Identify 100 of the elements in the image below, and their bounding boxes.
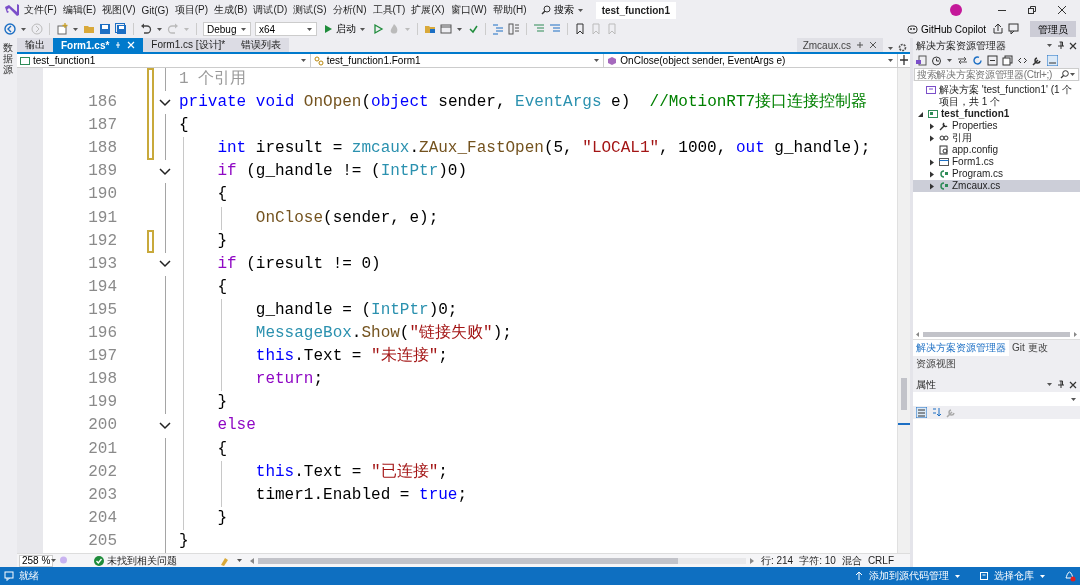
collapse-icon[interactable]	[159, 167, 171, 176]
back-icon[interactable]	[4, 23, 16, 35]
scroll-left-icon[interactable]	[249, 556, 255, 565]
caret-icon[interactable]	[946, 57, 953, 64]
caret-icon[interactable]	[20, 25, 27, 33]
caret-icon[interactable]	[954, 572, 961, 580]
new-item-icon[interactable]	[56, 23, 68, 35]
document-tab[interactable]: 错误列表	[233, 38, 290, 52]
caret-icon[interactable]	[593, 57, 601, 64]
avatar-icon[interactable]	[950, 4, 962, 16]
tree-item[interactable]: app.config	[913, 144, 1080, 156]
collapse-all-icon[interactable]	[987, 55, 998, 66]
repository-link[interactable]: 选择仓库	[994, 569, 1034, 583]
menu-item[interactable]: 生成(B)	[212, 1, 250, 19]
source-control-link[interactable]: 添加到源代码管理	[869, 569, 949, 583]
menu-item[interactable]: 调试(D)	[251, 1, 290, 19]
collapse-icon[interactable]	[159, 98, 171, 107]
undo-icon[interactable]	[140, 23, 152, 35]
menu-item[interactable]: 文件(F)	[22, 1, 59, 19]
caret-icon[interactable]	[1070, 395, 1077, 403]
horizontal-scrollbar[interactable]	[258, 557, 746, 564]
account-button[interactable]: 管理员	[1030, 21, 1076, 37]
platform-dropdown[interactable]: x64	[255, 22, 317, 36]
history-icon[interactable]	[931, 55, 942, 66]
save-all-icon[interactable]	[115, 23, 127, 35]
play-outline-icon[interactable]	[372, 23, 384, 35]
menu-item[interactable]: 工具(T)	[370, 1, 408, 19]
panel-tab[interactable]: 资源视图	[913, 356, 959, 372]
restore-icon[interactable]	[1027, 5, 1037, 15]
collapse-icon[interactable]	[159, 421, 171, 430]
bell-icon[interactable]	[1064, 570, 1076, 582]
scroll-left-icon[interactable]	[915, 330, 920, 338]
vertical-scrollbar[interactable]	[897, 68, 910, 553]
switch-views-icon[interactable]	[916, 55, 927, 66]
tree-item[interactable]: Form1.cs	[913, 156, 1080, 168]
caret-icon[interactable]	[156, 25, 163, 33]
side-tab[interactable]: 数据源	[3, 42, 13, 75]
caret-icon[interactable]	[236, 557, 243, 564]
menu-item[interactable]: 编辑(E)	[60, 1, 99, 19]
collapse-icon[interactable]	[159, 260, 171, 269]
caret-icon[interactable]	[1039, 572, 1046, 580]
scroll-right-icon[interactable]	[1073, 330, 1078, 338]
preview-tab[interactable]: Zmcaux.cs	[796, 38, 883, 52]
menu-item[interactable]: 扩展(X)	[409, 1, 447, 19]
close-icon[interactable]	[869, 41, 877, 49]
copilot-button[interactable]: GitHub Copilot	[904, 23, 988, 35]
caret-icon[interactable]	[456, 25, 463, 33]
split-icon[interactable]	[898, 54, 910, 66]
wrench-icon[interactable]	[1032, 55, 1043, 66]
refresh-icon[interactable]	[972, 55, 983, 66]
caret-icon[interactable]	[50, 557, 58, 564]
tree-item[interactable]: Properties	[913, 120, 1080, 132]
search-button[interactable]: 搜索	[536, 1, 588, 19]
preview-icon[interactable]	[1047, 55, 1058, 66]
search-field[interactable]: 搜索解决方案资源管理器(Ctrl+;)	[914, 68, 1079, 81]
tree-item[interactable]: Zmcaux.cs	[913, 180, 1080, 192]
caret-icon[interactable]	[240, 25, 247, 33]
menu-item[interactable]: 项目(P)	[172, 1, 211, 19]
navigation-dropdown[interactable]: test_function1	[17, 54, 311, 67]
feedback-icon[interactable]	[1008, 23, 1020, 35]
horizontal-scrollbar[interactable]	[923, 331, 1070, 337]
tree-item[interactable]: 引用	[913, 132, 1080, 144]
copy-icon[interactable]	[1002, 55, 1013, 66]
configuration-dropdown[interactable]: Debug	[203, 22, 251, 36]
caret-icon[interactable]	[1069, 71, 1076, 78]
folder-icon[interactable]	[424, 23, 436, 35]
document-tab[interactable]: 输出	[17, 38, 53, 52]
close-icon[interactable]	[1057, 5, 1067, 15]
notification-icon[interactable]	[4, 571, 14, 581]
code-icon[interactable]	[1017, 55, 1028, 66]
menu-item[interactable]: 窗口(W)	[448, 1, 489, 19]
document-tab[interactable]: Form1.cs [设计]*	[143, 38, 234, 52]
tree-item[interactable]: test_function1	[913, 108, 1080, 120]
panel-tab[interactable]: Git 更改	[1009, 340, 1051, 356]
caret-icon[interactable]	[359, 25, 366, 33]
caret-icon[interactable]	[576, 6, 584, 14]
alphabetical-icon[interactable]	[931, 407, 942, 418]
caret-icon[interactable]	[306, 25, 313, 33]
sync-icon[interactable]	[957, 55, 968, 66]
columns-icon[interactable]	[508, 23, 520, 35]
scroll-right-icon[interactable]	[748, 556, 755, 565]
caret-icon[interactable]	[72, 25, 79, 33]
pin-icon[interactable]	[1057, 380, 1065, 389]
pin-icon[interactable]	[1057, 41, 1065, 50]
close-icon[interactable]	[1069, 41, 1077, 50]
menu-item[interactable]: Git(G)	[139, 2, 171, 18]
start-button[interactable]: 启动	[321, 22, 368, 36]
bookmark-icon[interactable]	[574, 23, 586, 35]
line-ending[interactable]: CRLF	[867, 555, 894, 566]
caret-icon[interactable]	[1046, 381, 1053, 388]
tree-item[interactable]: Program.cs	[913, 168, 1080, 180]
expanded-arrow-icon[interactable]	[917, 111, 924, 118]
caret-icon[interactable]	[1046, 42, 1053, 49]
categorized-icon[interactable]	[916, 407, 927, 418]
close-icon[interactable]	[1069, 380, 1077, 389]
caret-icon[interactable]	[299, 57, 307, 64]
share-icon[interactable]	[992, 23, 1004, 35]
zoom-dropdown[interactable]: 258 %	[19, 554, 53, 567]
panel-tab[interactable]: 解决方案资源管理器	[913, 340, 1009, 356]
menu-item[interactable]: 视图(V)	[100, 1, 138, 19]
